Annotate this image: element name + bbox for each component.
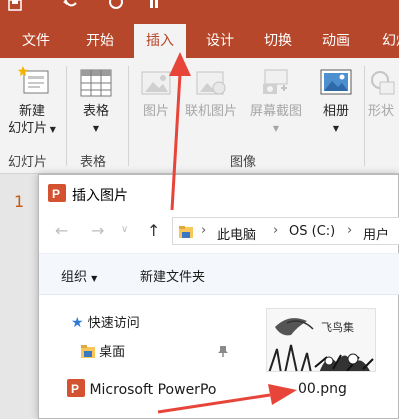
picture-button[interactable]: 图片 xyxy=(134,66,178,120)
dialog-title: 插入图片 xyxy=(72,188,128,204)
powerpoint-window: 文件 开始 插入 设计 切换 动画 幻灯 新建 幻灯片 ▼ 幻灯片 xyxy=(0,0,399,419)
customize-icon[interactable] xyxy=(148,0,160,12)
table-icon xyxy=(80,69,112,97)
online-picture-button[interactable]: 联机图片 xyxy=(180,66,242,120)
picture-icon xyxy=(141,71,171,95)
redo-icon[interactable] xyxy=(108,0,124,12)
file-name[interactable]: 00.png xyxy=(298,381,347,397)
command-bar: 组织 ▼ 新建文件夹 xyxy=(39,253,399,295)
online-picture-label: 联机图片 xyxy=(184,104,237,119)
group-divider xyxy=(128,66,129,166)
folder-icon xyxy=(81,345,95,358)
tab-transitions[interactable]: 切换 xyxy=(264,30,292,50)
screenshot-button[interactable]: 屏幕截图 ▼ xyxy=(244,66,308,137)
nav-item-label: Microsoft PowerPo xyxy=(89,382,217,398)
powerpoint-icon: P xyxy=(67,379,85,397)
group-divider xyxy=(66,66,67,166)
thumbnail-caption: 飞鸟集 xyxy=(321,321,354,334)
insert-picture-dialog: P 插入图片 ← → ∨ ↑ › 此电脑 › OS (C:) › 用户 组织 ▼… xyxy=(38,174,399,419)
group-label-tables: 表格 xyxy=(80,155,107,170)
album-button[interactable]: 相册 ▼ xyxy=(312,66,360,137)
picture-label: 图片 xyxy=(142,104,169,119)
screenshot-icon xyxy=(263,69,288,94)
address-row: ← → ∨ ↑ › 此电脑 › OS (C:) › 用户 xyxy=(39,213,399,249)
nav-item-quick-access[interactable]: ★ 快速访问 xyxy=(71,312,140,331)
address-bar[interactable]: › 此电脑 › OS (C:) › 用户 xyxy=(172,217,399,245)
svg-text:P: P xyxy=(71,382,79,396)
chevron-down-icon: ▼ xyxy=(272,124,280,133)
photo-album-icon xyxy=(320,69,352,95)
new-slide-button[interactable]: 新建 幻灯片 ▼ xyxy=(4,66,60,138)
shapes-button[interactable]: 形状 xyxy=(368,66,399,120)
slide-number[interactable]: 1 xyxy=(14,192,24,211)
folder-icon xyxy=(179,226,193,238)
online-picture-icon xyxy=(196,71,226,95)
breadcrumb-separator: › xyxy=(201,223,207,238)
breadcrumb-os-c[interactable]: OS (C:) xyxy=(289,224,335,239)
new-slide-label-line2: 幻灯片 xyxy=(8,121,48,136)
breadcrumb-users[interactable]: 用户 xyxy=(363,224,389,243)
nav-item-desktop[interactable]: 桌面 xyxy=(81,341,125,360)
nav-item-powerpoint[interactable]: P Microsoft PowerPo xyxy=(67,379,216,398)
group-label-slides: 幻灯片 xyxy=(8,155,48,170)
pin-icon[interactable] xyxy=(217,345,229,357)
chevron-down-icon: ▼ xyxy=(92,124,100,133)
breadcrumb-separator: › xyxy=(273,223,279,238)
organize-label: 组织 xyxy=(61,270,88,285)
new-folder-button[interactable]: 新建文件夹 xyxy=(140,266,205,285)
shapes-icon xyxy=(371,71,395,95)
breadcrumb-this-pc[interactable]: 此电脑 xyxy=(217,224,256,243)
screenshot-label: 屏幕截图 xyxy=(249,104,302,119)
chevron-down-icon[interactable]: ∨ xyxy=(121,224,128,235)
table-label: 表格 xyxy=(82,104,109,119)
chevron-down-icon: ▼ xyxy=(332,124,340,133)
tab-animations[interactable]: 动画 xyxy=(322,30,350,50)
tab-file[interactable]: 文件 xyxy=(22,30,50,50)
nav-item-label: 快速访问 xyxy=(87,316,140,331)
organize-button[interactable]: 组织 ▼ xyxy=(61,266,97,285)
tab-design[interactable]: 设计 xyxy=(206,30,234,50)
ribbon-tabs: 文件 开始 插入 设计 切换 动画 幻灯 xyxy=(0,20,399,58)
powerpoint-icon: P xyxy=(48,184,66,202)
tab-slideshow[interactable]: 幻灯 xyxy=(382,30,399,50)
undo-icon[interactable] xyxy=(62,0,78,12)
forward-icon[interactable]: → xyxy=(91,221,104,240)
file-thumbnail[interactable]: 飞鸟集 xyxy=(266,308,376,372)
back-icon[interactable]: ← xyxy=(55,221,68,240)
chevron-down-icon: ▼ xyxy=(47,125,56,134)
group-divider xyxy=(364,66,365,166)
shapes-label: 形状 xyxy=(368,104,395,119)
chevron-down-icon: ▼ xyxy=(91,274,98,283)
tab-insert[interactable]: 插入 xyxy=(134,24,186,58)
up-icon[interactable]: ↑ xyxy=(147,221,160,240)
new-slide-icon xyxy=(18,66,49,94)
group-label-images: 图像 xyxy=(230,155,257,170)
title-bar xyxy=(0,0,399,20)
album-label: 相册 xyxy=(322,104,349,119)
star-icon: ★ xyxy=(71,315,84,331)
nav-item-label: 桌面 xyxy=(99,345,126,360)
save-icon[interactable] xyxy=(8,0,22,12)
new-slide-label-line1: 新建 xyxy=(18,104,45,119)
breadcrumb-separator: › xyxy=(347,223,353,238)
table-button[interactable]: 表格 ▼ xyxy=(72,66,120,137)
tab-home[interactable]: 开始 xyxy=(86,30,114,50)
ribbon-panel: 新建 幻灯片 ▼ 幻灯片 表格 ▼ 表格 图片 联机图片 屏幕截图 ▼ 相册 ▼… xyxy=(0,58,399,174)
svg-text:P: P xyxy=(52,187,60,201)
